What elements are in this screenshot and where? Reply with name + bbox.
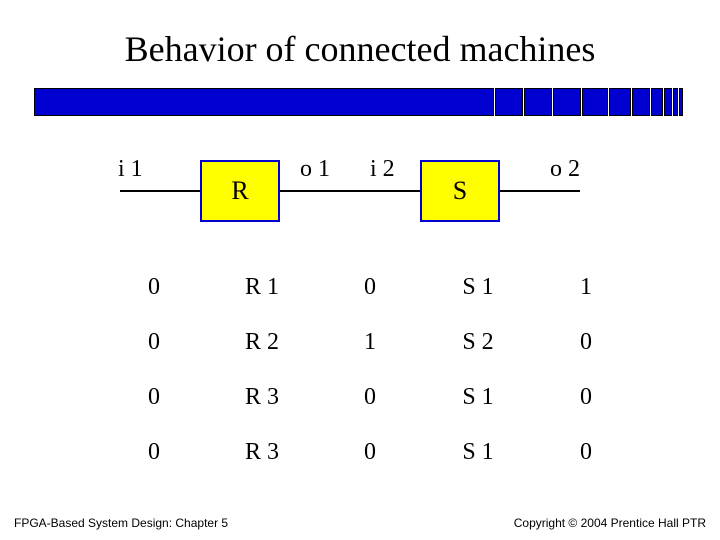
label-o2: o 2 [550, 156, 580, 183]
decorative-rule [34, 88, 690, 116]
box-r-label: R [231, 176, 248, 206]
cell-rstate: R 2 [208, 329, 316, 356]
rule-box [673, 88, 678, 116]
cell-rstate: R 1 [208, 274, 316, 301]
cell-o2: 0 [532, 384, 640, 411]
cell-i1: 0 [100, 439, 208, 466]
table-row: 0 R 3 0 S 1 0 [100, 425, 640, 480]
cell-mid: 1 [316, 329, 424, 356]
wire-o2 [500, 190, 580, 192]
cell-i1: 0 [100, 274, 208, 301]
cell-i1: 0 [100, 329, 208, 356]
rule-box [495, 88, 523, 116]
footer-right: Copyright © 2004 Prentice Hall PTR [514, 516, 706, 530]
table-row: 0 R 2 1 S 2 0 [100, 315, 640, 370]
rule-bar-boxes [494, 88, 683, 116]
cell-o2: 0 [532, 329, 640, 356]
footer-left: FPGA-Based System Design: Chapter 5 [14, 516, 228, 530]
page-title: Behavior of connected machines [0, 0, 720, 70]
state-table: 0 R 1 0 S 1 1 0 R 2 1 S 2 0 0 R 3 0 S 1 … [100, 260, 640, 480]
cell-rstate: R 3 [208, 439, 316, 466]
rule-box [651, 88, 663, 116]
rule-box [553, 88, 581, 116]
cell-mid: 0 [316, 384, 424, 411]
rule-box [632, 88, 650, 116]
label-i2: i 2 [370, 156, 395, 183]
cell-o2: 0 [532, 439, 640, 466]
rule-box [664, 88, 672, 116]
wire-o1-i2 [280, 190, 420, 192]
box-s-label: S [453, 176, 467, 206]
label-o1: o 1 [300, 156, 330, 183]
table-row: 0 R 3 0 S 1 0 [100, 370, 640, 425]
cell-sstate: S 1 [424, 439, 532, 466]
block-diagram: R S i 1 o 1 i 2 o 2 [0, 150, 720, 240]
rule-box [609, 88, 631, 116]
rule-bar-main [34, 88, 494, 116]
table-row: 0 R 1 0 S 1 1 [100, 260, 640, 315]
cell-i1: 0 [100, 384, 208, 411]
cell-mid: 0 [316, 274, 424, 301]
cell-rstate: R 3 [208, 384, 316, 411]
cell-sstate: S 1 [424, 274, 532, 301]
rule-box [524, 88, 552, 116]
rule-box [679, 88, 683, 116]
cell-sstate: S 1 [424, 384, 532, 411]
label-i1: i 1 [118, 156, 143, 183]
wire-i1 [120, 190, 200, 192]
box-r: R [200, 160, 280, 222]
rule-box [582, 88, 608, 116]
cell-mid: 0 [316, 439, 424, 466]
cell-o2: 1 [532, 274, 640, 301]
box-s: S [420, 160, 500, 222]
cell-sstate: S 2 [424, 329, 532, 356]
